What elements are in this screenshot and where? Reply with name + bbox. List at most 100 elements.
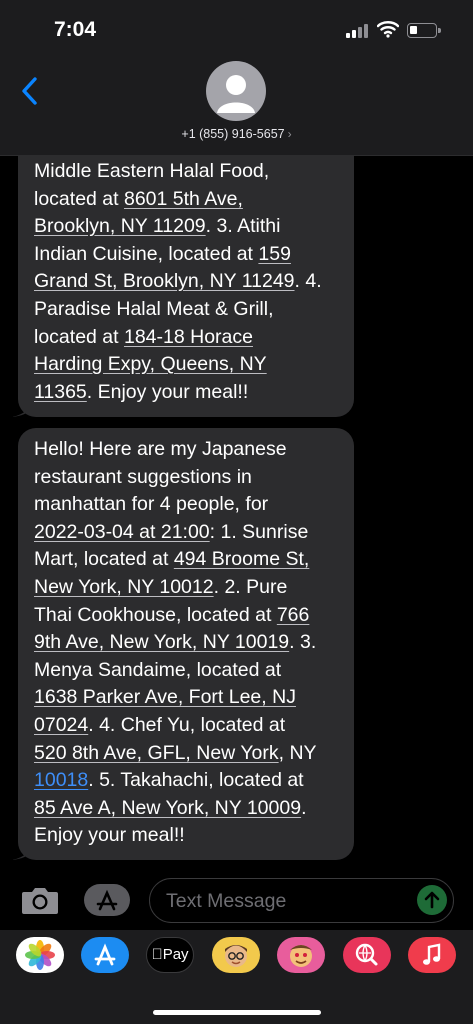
message-text: Mart, located at	[34, 548, 174, 571]
message-text: Menya Sandaime, located at	[34, 658, 282, 681]
message-text: located at	[34, 187, 124, 210]
contact-number: +1 (855) 916-5657	[181, 127, 285, 141]
message-line: Hello! Here are my Japanese	[34, 436, 338, 464]
detected-data-link[interactable]: Harding Expy, Queens, NY	[34, 353, 267, 375]
bubble-tail	[12, 840, 32, 860]
music-icon	[423, 943, 441, 965]
message-line: Mart, located at 494 Broome St,	[34, 546, 338, 574]
contact-name[interactable]: +1 (855) 916-5657 ›	[0, 127, 473, 141]
cellular-signal-icon	[346, 24, 370, 38]
message-line: 11365. Enjoy your meal!!	[34, 379, 338, 407]
detected-data-link[interactable]: 184-18 Horace	[124, 326, 253, 348]
camera-icon[interactable]	[20, 883, 60, 917]
status-time: 7:04	[54, 18, 97, 41]
message-line: 9th Ave, New York, NY 10019. 3.	[34, 629, 338, 657]
animoji-icon	[290, 945, 312, 967]
battery-icon	[407, 23, 441, 38]
detected-data-link[interactable]: 494 Broome St,	[174, 548, 310, 570]
detected-data-link[interactable]: 2022-03-04 at 21:00	[34, 521, 210, 543]
apple-pay-button[interactable]: Pay	[146, 937, 194, 973]
apple-logo-icon: 	[151, 946, 162, 963]
person-icon	[217, 75, 255, 113]
app-store-icon	[94, 943, 116, 966]
message-text: . Enjoy your meal!!	[86, 380, 249, 403]
message-text: . 4. Chef Yu, located at	[88, 713, 286, 736]
message-line: Middle Eastern Halal Food,	[34, 158, 338, 186]
message-text: Indian Cuisine, located at	[34, 242, 259, 265]
message-line: restaurant suggestions in	[34, 464, 338, 492]
message-text: restaurant suggestions in	[34, 465, 252, 488]
message-line: located at 8601 5th Ave,	[34, 186, 338, 214]
contact-avatar[interactable]	[206, 61, 266, 121]
send-button[interactable]	[417, 885, 447, 915]
message-line: Thai Cookhouse, located at 766	[34, 602, 338, 630]
message-line: Brooklyn, NY 11209. 3. Atithi	[34, 213, 338, 241]
web-search-icon	[355, 943, 378, 966]
message-line: New York, NY 10012. 2. Pure	[34, 574, 338, 602]
message-text: Enjoy your meal!!	[34, 824, 185, 847]
message-line: Grand St, Brooklyn, NY 11249. 4.	[34, 268, 338, 296]
app-drawer-toggle-button[interactable]	[84, 884, 130, 916]
back-chevron-icon[interactable]	[14, 74, 48, 108]
message-input[interactable]	[164, 887, 408, 915]
chevron-right-icon: ›	[287, 127, 292, 141]
message-text: . 5. Takahachi, located at	[88, 769, 304, 792]
home-indicator[interactable]	[153, 1010, 321, 1015]
status-bar: 7:04	[0, 0, 473, 62]
wifi-icon	[377, 21, 399, 38]
message-line: Paradise Halal Meat & Grill,	[34, 296, 338, 324]
message-line: manhattan for 4 people, for	[34, 491, 338, 519]
photos-app-button[interactable]	[16, 937, 64, 973]
message-line: 85 Ave A, New York, NY 10009.	[34, 795, 338, 823]
animoji-button[interactable]	[277, 937, 325, 973]
message-line: Enjoy your meal!!	[34, 822, 338, 850]
message-text: . 3.	[289, 631, 317, 654]
memoji-icon	[225, 945, 247, 967]
detected-data-link[interactable]: 520 8th Ave, GFL, New York	[34, 742, 279, 764]
app-store-button[interactable]	[81, 937, 129, 973]
message-text: . 3. Atithi	[205, 215, 281, 238]
bubble-tail	[12, 397, 32, 417]
detected-data-link[interactable]: 159	[258, 243, 291, 265]
photos-icon	[25, 940, 55, 970]
detected-data-link[interactable]: 8601 5th Ave,	[124, 188, 243, 210]
message-line: 07024. 4. Chef Yu, located at	[34, 712, 338, 740]
message-input-field	[149, 878, 454, 923]
message-text: . 4.	[294, 270, 322, 293]
message-line: 520 8th Ave, GFL, New York, NY	[34, 740, 338, 768]
detected-data-link[interactable]: 11365	[34, 381, 87, 403]
detected-data-link[interactable]: 1638 Parker Ave, Fort Lee, NJ	[34, 686, 296, 708]
message-text: . 2. Pure	[213, 575, 288, 598]
detected-data-link[interactable]: 9th Ave, New York, NY 10019	[34, 631, 289, 653]
message-line: 1638 Parker Ave, Fort Lee, NJ	[34, 684, 338, 712]
message-line: Indian Cuisine, located at 159	[34, 241, 338, 269]
phone-link[interactable]: 10018	[34, 769, 88, 791]
memoji-button[interactable]	[212, 937, 260, 973]
message-line: Menya Sandaime, located at	[34, 657, 338, 685]
message-text: located at	[34, 325, 124, 348]
message-line: located at 184-18 Horace	[34, 324, 338, 352]
message-text: .	[301, 796, 307, 819]
arrow-up-icon	[424, 891, 440, 909]
detected-data-link[interactable]: 766	[277, 604, 310, 626]
message-text: : 1. Sunrise	[209, 520, 309, 543]
message-text: Thai Cookhouse, located at	[34, 603, 277, 626]
detected-data-link[interactable]: 85 Ave A, New York, NY 10009	[34, 797, 301, 819]
detected-data-link[interactable]: Grand St, Brooklyn, NY 11249	[34, 270, 295, 292]
message-line: 10018. 5. Takahachi, located at	[34, 767, 338, 795]
message-line: Harding Expy, Queens, NY	[34, 351, 338, 379]
message-text: Middle Eastern Halal Food,	[34, 160, 270, 182]
app-store-icon	[96, 889, 118, 911]
music-button[interactable]	[408, 937, 456, 973]
message-text: Paradise Halal Meat & Grill,	[34, 297, 274, 320]
apple-pay-label: Pay	[157, 946, 189, 963]
detected-data-link[interactable]: Brooklyn, NY 11209	[34, 215, 206, 237]
message-text: , NY	[278, 741, 317, 764]
web-search-button[interactable]	[343, 937, 391, 973]
message-text: manhattan for 4 people, for	[34, 493, 269, 516]
message-bubble-2[interactable]: Hello! Here are my Japanese restaurant su…	[12, 428, 354, 860]
message-text: Hello! Here are my Japanese	[34, 438, 287, 460]
message-line: 2022-03-04 at 21:00: 1. Sunrise	[34, 519, 338, 547]
detected-data-link[interactable]: New York, NY 10012	[34, 576, 214, 598]
detected-data-link[interactable]: 07024	[34, 714, 88, 736]
